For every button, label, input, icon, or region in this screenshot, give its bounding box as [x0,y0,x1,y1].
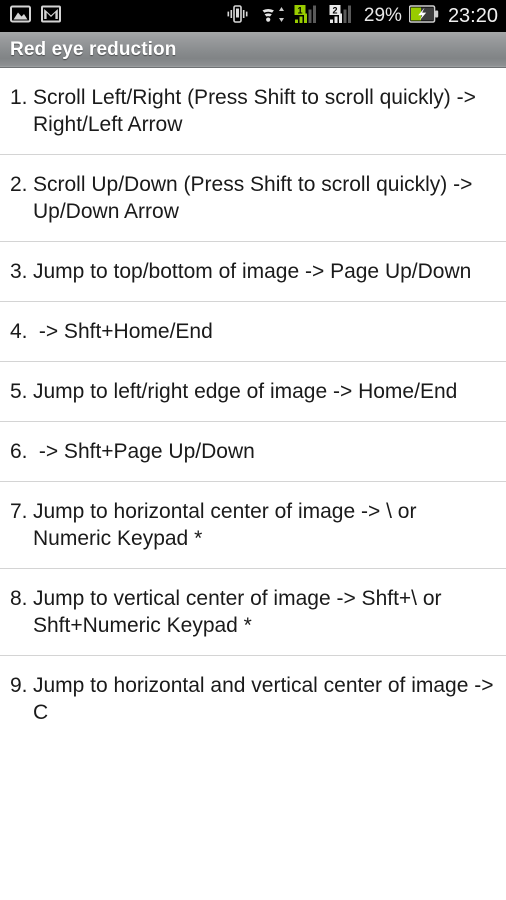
list-item-number: 1. [10,86,28,109]
list-item-label: Jump to horizontal and vertical center o… [33,674,500,724]
list-item[interactable]: 1. Scroll Left/Right (Press Shift to scr… [0,68,506,155]
list-item-label: -> Shft+Home/End [33,320,213,343]
list-item-label: -> Shft+Page Up/Down [33,440,255,463]
list-item-number: 3. [10,260,28,283]
list-item-number: 7. [10,500,28,523]
svg-text:2: 2 [332,5,337,15]
list-item[interactable]: 7. Jump to horizontal center of image ->… [0,482,506,569]
page-title: Red eye reduction [10,38,177,60]
svg-text:1: 1 [297,5,302,15]
list-item-label: Jump to left/right edge of image -> Home… [33,380,458,403]
list-item-number: 6. [10,440,28,463]
list-item-number: 5. [10,380,28,403]
status-bar-notifications [10,5,61,28]
list-item-label: Jump to top/bottom of image -> Page Up/D… [33,260,472,283]
wifi-icon [257,4,287,29]
list-item[interactable]: 4. -> Shft+Home/End [0,302,506,362]
list-item-number: 9. [10,674,28,697]
list-item[interactable]: 2. Scroll Up/Down (Press Shift to scroll… [0,155,506,242]
gmail-icon [41,5,61,28]
sim2-signal-icon: 2 [329,4,357,29]
list-item-number: 4. [10,320,28,343]
status-bar: 1 2 29% 23:20 [0,0,506,32]
battery-percentage: 29% [363,5,402,26]
shortcut-list[interactable]: 1. Scroll Left/Right (Press Shift to scr… [0,68,506,742]
title-bar: Red eye reduction [0,32,506,68]
vibrate-icon [225,4,250,29]
list-item[interactable]: 5. Jump to left/right edge of image -> H… [0,362,506,422]
status-bar-indicators: 1 2 29% 23:20 [225,4,498,29]
list-item-label: Scroll Left/Right (Press Shift to scroll… [33,86,482,136]
status-bar-clock: 23:20 [447,4,498,27]
list-item[interactable]: 6. -> Shft+Page Up/Down [0,422,506,482]
list-item-label: Scroll Up/Down (Press Shift to scroll qu… [33,173,479,223]
sim1-signal-icon: 1 [294,4,322,29]
list-item[interactable]: 9. Jump to horizontal and vertical cente… [0,656,506,742]
list-item-label: Jump to horizontal center of image -> \ … [33,500,423,550]
list-item-number: 2. [10,173,28,196]
battery-charging-icon [408,4,439,28]
list-item-label: Jump to vertical center of image -> Shft… [33,587,448,637]
gallery-icon [10,5,31,28]
list-item[interactable]: 8. Jump to vertical center of image -> S… [0,569,506,656]
list-item[interactable]: 3. Jump to top/bottom of image -> Page U… [0,242,506,302]
list-item-number: 8. [10,587,28,610]
